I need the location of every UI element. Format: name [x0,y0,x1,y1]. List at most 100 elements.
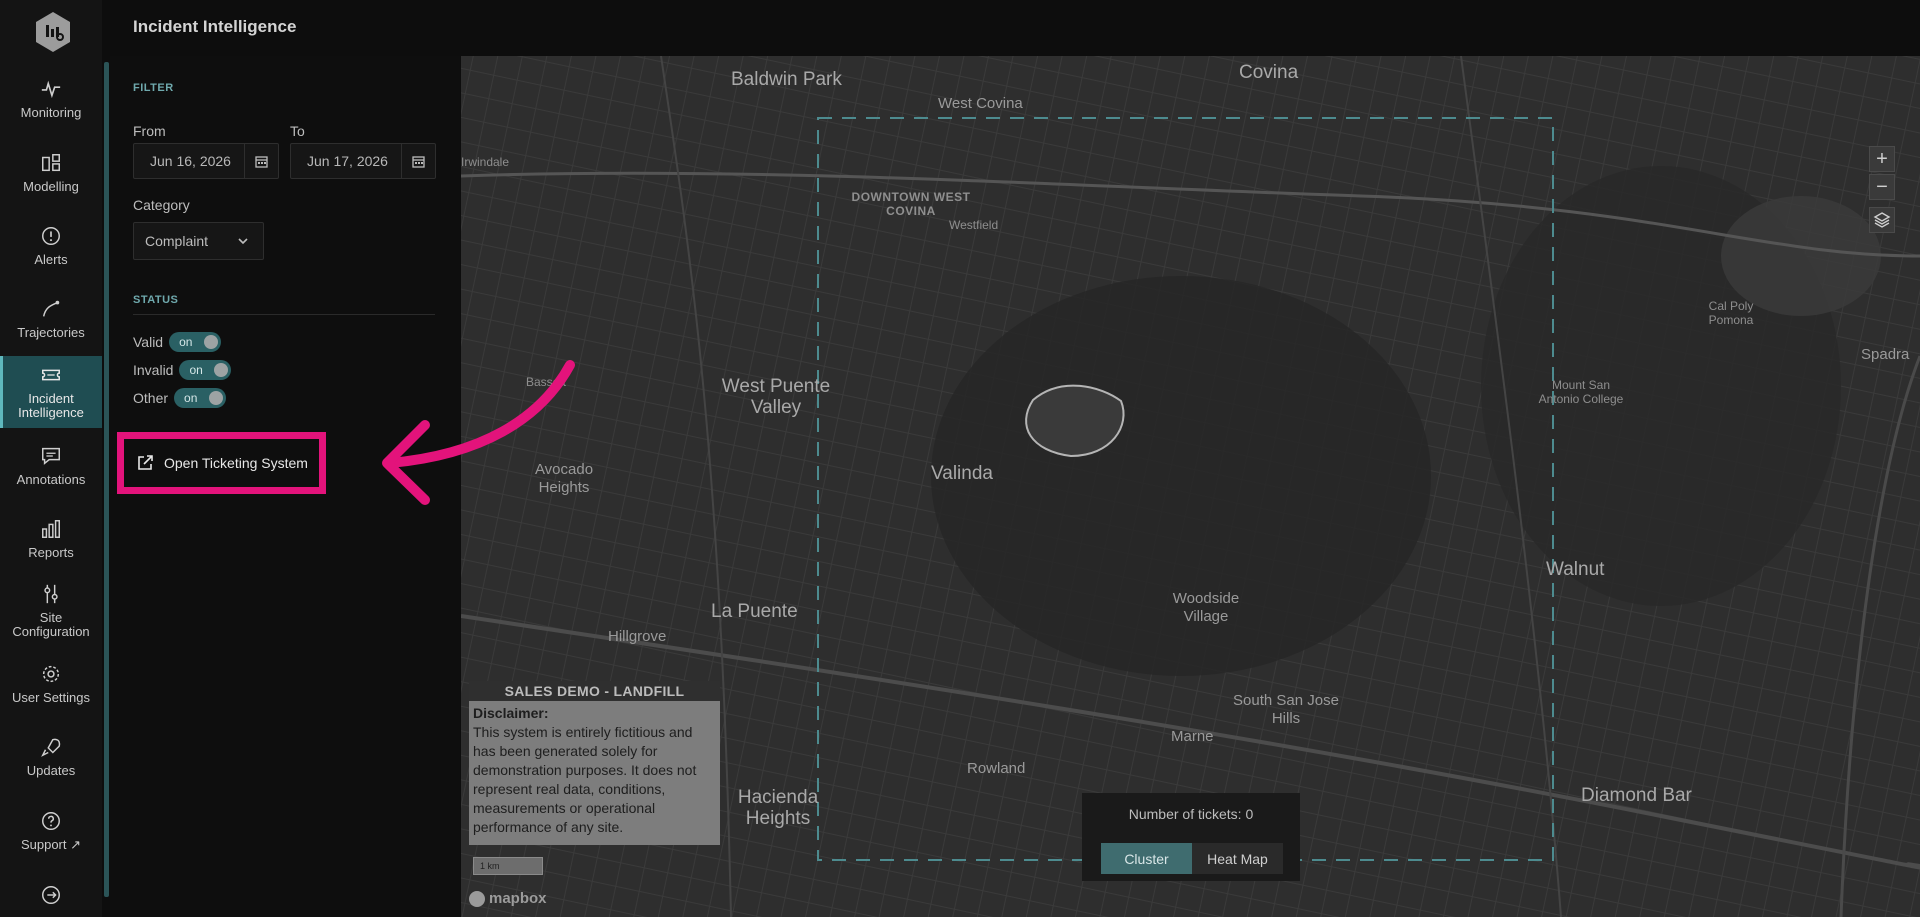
map-label: South San Jose Hills [1233,692,1339,727]
map-label: Diamond Bar [1581,785,1692,806]
map-label: Westfield [949,218,999,232]
map-label: West Covina [938,95,1023,112]
nav-item-label: Trajectories [17,325,85,340]
toggle-label: Invalid [133,362,174,378]
monitoring-icon [41,80,61,99]
toggle-knob [214,363,229,377]
other-toggle[interactable]: on [174,388,227,408]
modelling-icon [42,154,60,172]
filter-section-label: FILTER [133,82,174,94]
nav-item-label: Site Configuration [12,610,90,639]
ticket-icon [42,369,60,381]
category-label: Category [133,197,190,213]
app-logo-icon[interactable] [34,11,72,53]
nav-item-label: Reports [28,545,74,560]
nav-item-label: Alerts [34,252,68,267]
nav-item-label: Modelling [23,179,79,194]
bar-chart-icon [42,520,60,538]
chevron-down-icon [238,238,248,245]
map-label: Rowland [967,760,1026,777]
other-toggle-row: Other on [133,388,227,408]
to-date-value: Jun 17, 2026 [307,153,388,169]
map-label: Valinda [931,463,993,484]
open-ticketing-system-button[interactable]: Open Ticketing System [117,432,326,494]
valid-toggle-row: Valid on [133,332,222,352]
nav-item-updates[interactable]: Updates [0,736,102,778]
disclaimer-body: This system is entirely fictitious and h… [473,724,697,835]
map-label: Covina [1239,62,1299,83]
nav-item-label: Support ↗ [20,837,82,852]
status-section-label: STATUS [133,294,179,306]
to-date-field[interactable]: Jun 17, 2026 [290,143,436,179]
gear-icon [42,665,60,683]
nav-item-reports[interactable]: Reports [0,518,102,560]
invalid-toggle[interactable]: on [179,360,232,380]
nav-item-annotations[interactable]: Annotations [0,445,102,487]
map-label: DOWNTOWN WEST COVINA [851,190,971,218]
map-label: West Puente Valley [721,376,831,418]
nav-item-support[interactable]: Support ↗ [0,810,102,852]
nav-item-label: Updates [26,763,76,778]
map-label: La Puente [711,601,798,622]
external-link-icon: ↗ [70,837,82,852]
page-title: Incident Intelligence [133,17,297,36]
map-label: Walnut [1546,559,1605,580]
map-label: Marne [1171,728,1214,745]
zoom-in-button[interactable]: + [1869,146,1895,172]
nav-item-logout[interactable] [0,884,102,912]
map-label: Hillgrove [608,628,667,645]
nav-rail: Monitoring Modelling Alerts Trajectories… [0,0,102,917]
map-label: Cal Poly Pomona [1708,299,1754,327]
nav-item-modelling[interactable]: Modelling [0,152,102,194]
toggle-label: Valid [133,334,164,350]
external-link-icon [138,455,153,470]
nav-item-trajectories[interactable]: Trajectories [0,298,102,340]
map-label: Hacienda Heights [737,787,819,829]
nav-item-label: User Settings [11,690,91,705]
calendar-icon[interactable] [244,144,278,178]
map-label: Baldwin Park [731,69,842,90]
toggle-label: Other [133,390,169,406]
help-icon [42,812,60,830]
tab-cluster[interactable]: Cluster [1101,843,1192,874]
invalid-toggle-row: Invalid on [133,360,232,380]
calendar-icon[interactable] [401,144,435,178]
toggle-knob [209,391,224,405]
map-label: Spadra [1861,346,1910,363]
nav-item-alerts[interactable]: Alerts [0,225,102,267]
zoom-out-button[interactable]: − [1869,174,1895,200]
rocket-icon [41,738,61,757]
category-select[interactable]: Complaint [133,222,264,260]
ticket-count-panel: Number of tickets: 0 Cluster Heat Map [1082,793,1300,881]
map-scale: 1 km [473,857,543,875]
nav-item-incident-intelligence[interactable]: Incident Intelligence [0,356,102,428]
nav-item-site-configuration[interactable]: Site Configuration [0,583,102,639]
layers-button[interactable] [1869,207,1895,233]
trajectory-icon [42,300,60,317]
nav-item-label: Incident Intelligence [18,391,84,420]
sliders-icon [44,584,58,604]
map-label: Mount San Antonio College [1538,378,1624,406]
tab-heat-map[interactable]: Heat Map [1192,843,1283,874]
alert-icon [42,227,60,245]
nav-item-user-settings[interactable]: User Settings [0,663,102,705]
nav-item-label: Monitoring [20,105,82,120]
valid-toggle[interactable]: on [169,332,222,352]
open-ticketing-system-label: Open Ticketing System [164,455,308,471]
nav-item-monitoring[interactable]: Monitoring [0,78,102,120]
mapbox-logo[interactable]: mapbox [469,890,547,907]
zoom-controls: + − [1869,146,1895,202]
mapbox-icon [469,890,485,907]
map-label: Irwindale [461,155,510,169]
toggle-knob [204,335,219,349]
from-date-value: Jun 16, 2026 [150,153,231,169]
from-date-field[interactable]: Jun 16, 2026 [133,143,279,179]
nav-scrollbar[interactable] [104,62,109,897]
divider [133,314,435,315]
map-label: Woodside Village [1172,590,1240,625]
layers-icon [1873,212,1891,228]
to-label: To [290,123,305,139]
nav-item-label: Annotations [16,472,86,487]
ticket-count: Number of tickets: 0 [1128,806,1254,822]
category-value: Complaint [145,233,209,249]
